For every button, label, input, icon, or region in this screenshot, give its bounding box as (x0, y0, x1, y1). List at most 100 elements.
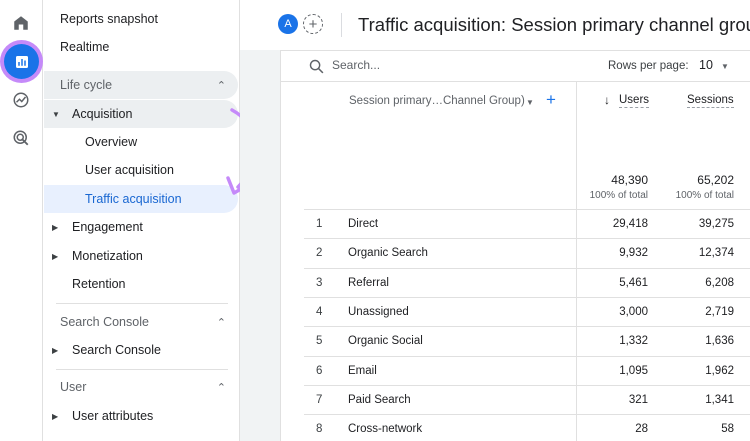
dimension-column-header[interactable]: Session primary…Channel Group) (349, 95, 525, 107)
channel-name[interactable]: Cross-network (348, 423, 422, 435)
sidebar-item-retention[interactable]: Retention (44, 270, 240, 298)
table-row[interactable]: 4 Unassigned 3,000 2,719 (304, 296, 750, 327)
row-index: 6 (316, 364, 323, 377)
users-total-percent: 100% of total (589, 190, 648, 201)
chevron-up-icon: ⌃ (216, 79, 226, 92)
icon-rail (0, 0, 43, 441)
sessions-value: 6,208 (705, 276, 734, 289)
sidebar-item-traffic-acquisition[interactable]: Traffic acquisition (44, 185, 238, 213)
add-dimension-button[interactable]: + (546, 90, 556, 110)
users-value: 321 (628, 393, 648, 406)
users-value: 5,461 (619, 276, 648, 289)
channel-name[interactable]: Unassigned (348, 306, 409, 318)
users-value: 29,418 (612, 218, 648, 230)
caret-right-icon: ▶ (52, 251, 59, 261)
sidebar-item-overview[interactable]: Overview (44, 128, 240, 156)
row-index: 1 (316, 218, 323, 230)
sessions-total: 65,202 (697, 173, 734, 187)
sidebar-item-label: Traffic acquisition (85, 192, 182, 206)
users-value: 1,095 (619, 364, 648, 377)
chevron-up-icon: ⌃ (216, 316, 226, 329)
sidebar-item-acquisition[interactable]: ▼ Acquisition (44, 100, 238, 128)
sidebar-item-user-attributes[interactable]: ▶ User attributes (44, 402, 240, 430)
sidebar-item-user-acquisition[interactable]: User acquisition (44, 156, 240, 184)
sessions-value: 1,636 (705, 335, 734, 348)
rows-per-page-select[interactable]: 10 (699, 58, 713, 72)
sidebar-item-monetization[interactable]: ▶ Monetization (44, 242, 240, 270)
channel-name[interactable]: Email (348, 365, 377, 377)
channel-name[interactable]: Referral (348, 277, 389, 289)
table-row[interactable]: 1 Direct 29,418 39,275 (304, 209, 750, 239)
section-search-console[interactable]: Search Console ⌃ (44, 308, 238, 336)
column-separator (576, 327, 577, 357)
section-user[interactable]: User ⌃ (44, 373, 238, 401)
caret-down-icon[interactable]: ▼ (526, 98, 534, 107)
sidebar-item-label: User acquisition (85, 163, 174, 177)
row-index: 8 (316, 423, 323, 436)
table-row[interactable]: 3 Referral 5,461 6,208 (304, 267, 750, 298)
comparison-avatar[interactable]: A (278, 14, 298, 34)
sidebar-item-label: Acquisition (72, 107, 133, 121)
sidebar-item-reports-snapshot[interactable]: Reports snapshot (44, 5, 240, 33)
row-index: 2 (316, 247, 323, 260)
users-value: 9,932 (619, 247, 648, 260)
advertising-icon[interactable] (5, 122, 37, 154)
sessions-value: 1,341 (705, 393, 734, 406)
channel-name[interactable]: Organic Search (348, 247, 428, 259)
channel-name[interactable]: Organic Social (348, 335, 423, 347)
caret-right-icon: ▶ (52, 345, 59, 355)
search-icon[interactable] (308, 58, 325, 75)
column-separator (576, 297, 577, 327)
channel-name[interactable]: Paid Search (348, 394, 411, 406)
section-life-cycle[interactable]: Life cycle ⌃ (44, 71, 238, 99)
users-value: 1,332 (619, 335, 648, 348)
table-row[interactable]: 2 Organic Search 9,932 12,374 (304, 238, 750, 269)
sidebar-item-label: Overview (85, 135, 138, 149)
row-index: 4 (316, 305, 323, 318)
reports-icon[interactable] (4, 44, 39, 79)
table-toolbar: Rows per page: 10 ▼ (280, 51, 750, 82)
table-row[interactable]: 8 Cross-network 28 58 (304, 414, 750, 441)
column-separator (576, 385, 577, 415)
home-icon[interactable] (5, 7, 37, 39)
sidebar-item-label: Search Console (72, 343, 161, 357)
column-separator (576, 210, 577, 239)
search-input[interactable] (332, 58, 482, 72)
sort-descending-icon[interactable]: ↓ (604, 93, 610, 107)
row-index: 3 (316, 276, 323, 289)
column-separator (576, 268, 577, 298)
caret-down-icon[interactable]: ▼ (721, 62, 729, 71)
sidebar-item-realtime[interactable]: Realtime (44, 33, 240, 61)
row-index: 5 (316, 335, 323, 348)
channel-name[interactable]: Direct (348, 218, 378, 230)
users-column-header[interactable]: Users (619, 94, 650, 108)
section-title: User (60, 380, 87, 394)
sessions-column-header[interactable]: Sessions (687, 94, 734, 108)
sidebar-item-engagement[interactable]: ▶ Engagement (44, 213, 240, 241)
sessions-value: 2,719 (705, 305, 734, 318)
sessions-value: 58 (721, 423, 734, 436)
sidebar-item-label: Realtime (60, 40, 110, 54)
section-title: Search Console (60, 315, 149, 329)
sidebar-item-search-console[interactable]: ▶ Search Console (44, 336, 240, 364)
sessions-value: 39,275 (698, 218, 734, 230)
caret-down-icon: ▼ (52, 109, 60, 119)
table-row[interactable]: 5 Organic Social 1,332 1,636 (304, 326, 750, 357)
page-header: A + Traffic acquisition: Session primary… (240, 0, 750, 50)
users-total: 48,390 (611, 173, 648, 187)
users-value: 28 (635, 423, 648, 436)
sidebar-item-label: User attributes (72, 409, 154, 423)
sessions-value: 1,962 (705, 364, 734, 377)
add-comparison-button[interactable]: + (303, 14, 323, 34)
table-row[interactable]: 7 Paid Search 321 1,341 (304, 384, 750, 415)
explore-icon[interactable] (5, 84, 37, 116)
rows-per-page-label: Rows per page: (608, 60, 689, 72)
sidebar-item-label: Monetization (72, 249, 143, 263)
sessions-total-percent: 100% of total (675, 190, 734, 201)
sidebar-item-label: Engagement (72, 220, 143, 234)
sidebar-item-label: Reports snapshot (60, 12, 158, 26)
column-separator (576, 356, 577, 386)
caret-right-icon: ▶ (52, 222, 59, 232)
divider (56, 303, 228, 304)
table-row[interactable]: 6 Email 1,095 1,962 (304, 355, 750, 386)
